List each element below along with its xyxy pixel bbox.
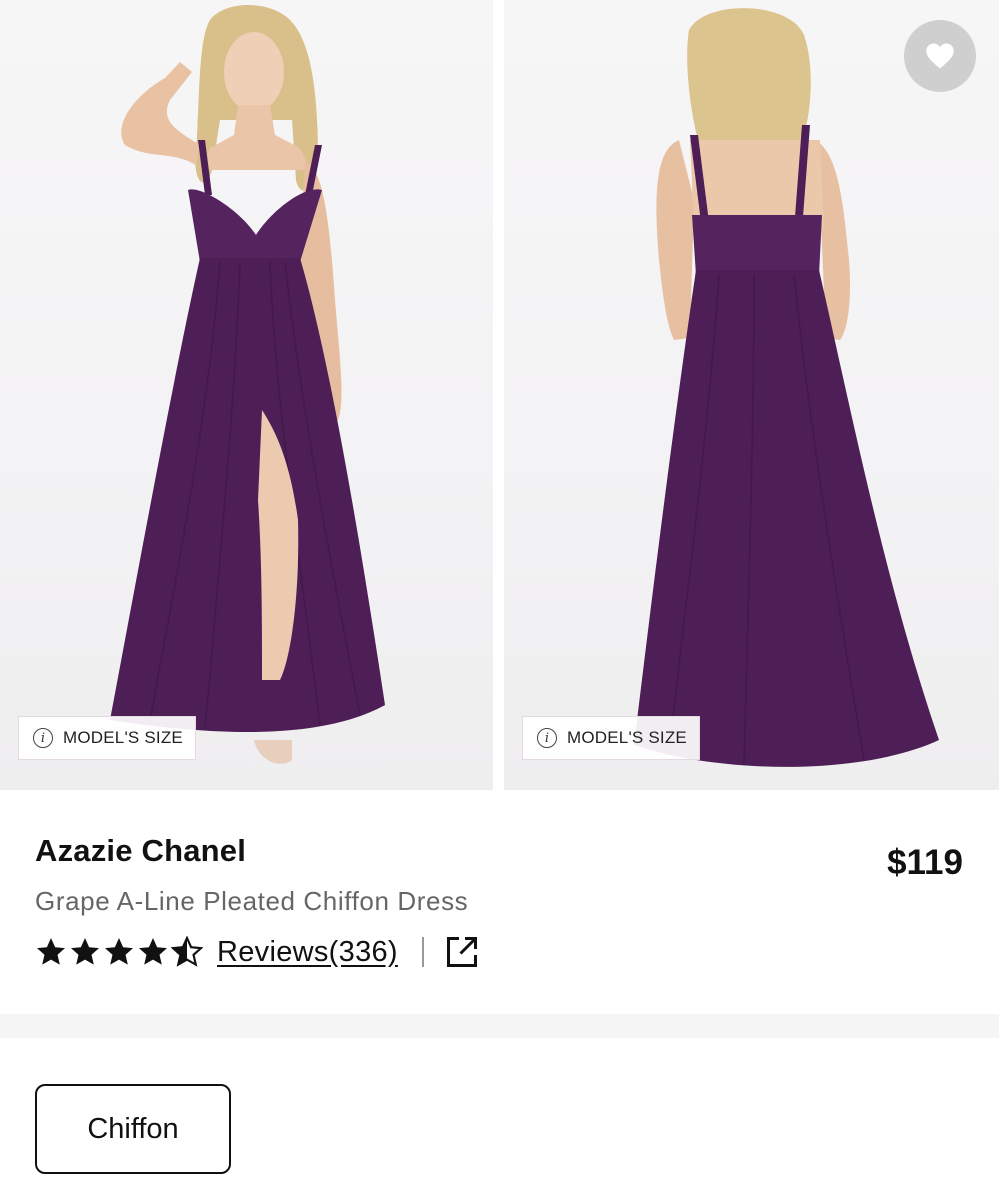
star-half-icon (171, 936, 203, 967)
product-gallery[interactable]: i MODEL'S SIZE i MODEL'S SIZE (0, 0, 999, 790)
wishlist-button[interactable] (904, 20, 976, 92)
model-size-label: MODEL'S SIZE (567, 728, 687, 747)
model-size-button-front[interactable]: i MODEL'S SIZE (18, 716, 196, 760)
rating-row: Reviews(336) (35, 930, 480, 974)
section-divider (0, 1014, 999, 1038)
star-icon (37, 938, 65, 965)
product-image-front[interactable]: i MODEL'S SIZE (0, 0, 493, 790)
reviews-link[interactable]: Reviews(336) (217, 936, 398, 969)
model-size-button-back[interactable]: i MODEL'S SIZE (522, 716, 700, 760)
heart-icon (926, 43, 954, 69)
front-model-illustration (110, 5, 385, 764)
star-icon (71, 938, 99, 965)
fabric-option-chiffon[interactable]: Chiffon (35, 1084, 231, 1174)
star-rating[interactable] (35, 936, 205, 968)
back-model-illustration (634, 8, 939, 767)
model-size-label: MODEL'S SIZE (63, 728, 183, 747)
info-icon: i (537, 728, 557, 748)
divider (421, 937, 424, 967)
star-icon (105, 938, 133, 965)
info-icon: i (33, 728, 53, 748)
star-icon (139, 938, 167, 965)
product-image-back[interactable]: i MODEL'S SIZE (504, 0, 999, 790)
product-subtitle: Grape A-Line Pleated Chiffon Dress (35, 886, 469, 916)
external-link-icon[interactable] (444, 934, 480, 970)
product-price: $119 (887, 843, 963, 882)
product-title: Azazie Chanel (35, 833, 247, 868)
